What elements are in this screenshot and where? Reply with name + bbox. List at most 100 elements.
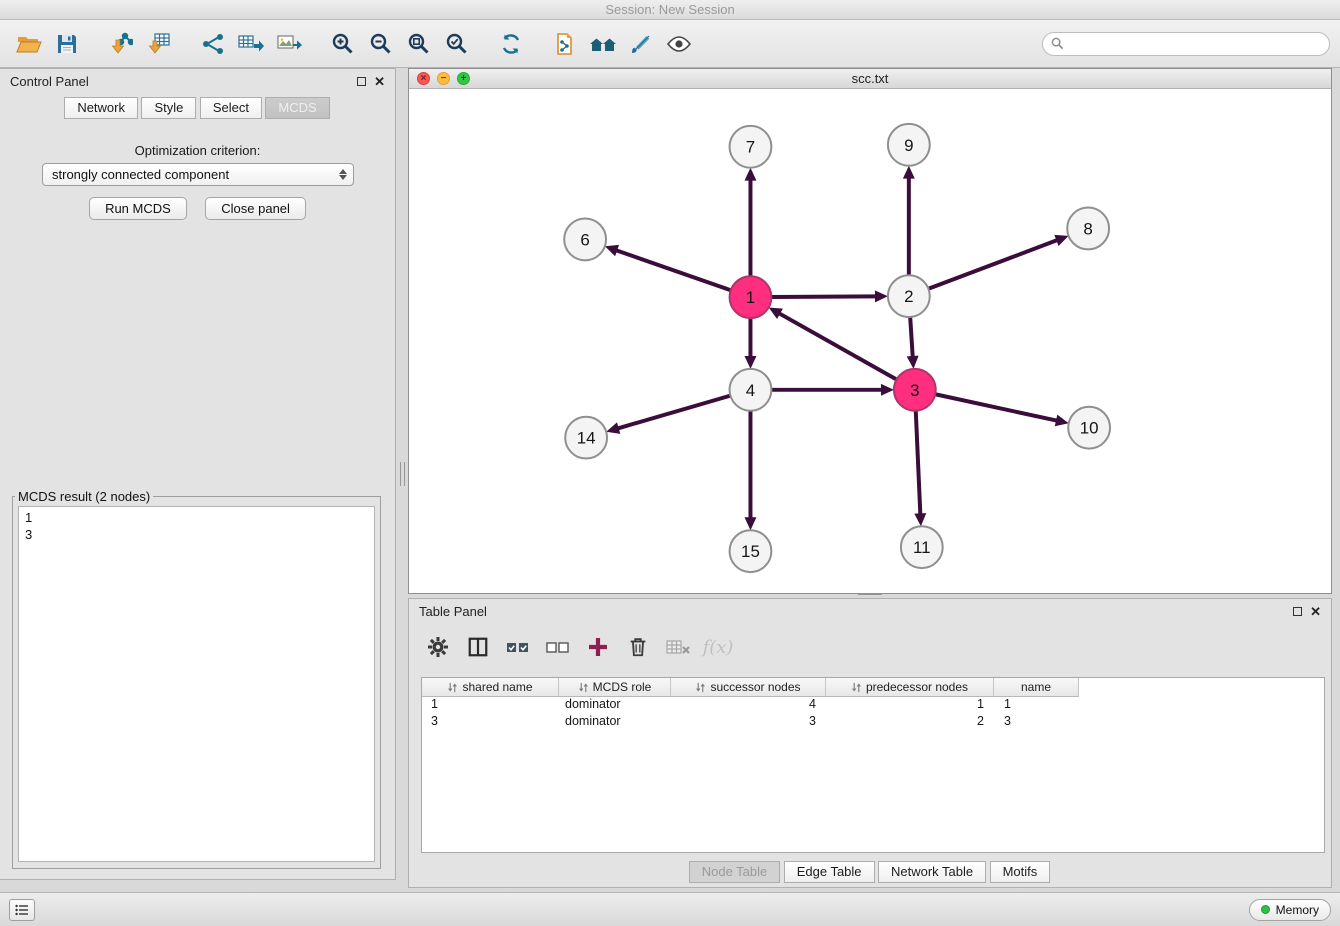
graph-node[interactable]: 11 xyxy=(901,526,943,568)
deselect-all-icon xyxy=(545,637,571,657)
table-cell[interactable]: 2 xyxy=(826,714,994,731)
zoom-selected-button[interactable] xyxy=(438,25,476,63)
table-tabs: Node Table Edge Table Network Table Moti… xyxy=(409,861,1331,883)
graph-edge[interactable] xyxy=(780,314,897,380)
import-network-button[interactable] xyxy=(102,25,140,63)
graph-node[interactable]: 4 xyxy=(730,369,772,411)
column-header-mcds-role[interactable]: MCDS role xyxy=(559,678,671,697)
memory-button[interactable]: Memory xyxy=(1249,899,1331,921)
column-label: shared name xyxy=(462,680,532,694)
graph-edge[interactable] xyxy=(935,394,1056,420)
network-graph[interactable]: 7 9 6 8 1 2 4 3 14 10 15 11 xyxy=(409,89,1331,593)
table-cell[interactable]: dominator xyxy=(559,714,671,731)
graph-node[interactable]: 10 xyxy=(1068,407,1110,449)
sort-icon xyxy=(851,682,862,693)
eye-icon xyxy=(666,32,692,56)
graph-node[interactable]: 7 xyxy=(730,126,772,168)
tab-network-table[interactable]: Network Table xyxy=(878,861,986,883)
export-network-button[interactable] xyxy=(194,25,232,63)
graph-node[interactable]: 6 xyxy=(564,218,606,260)
graph-node[interactable]: 8 xyxy=(1067,208,1109,250)
apply-layout-button[interactable] xyxy=(492,25,530,63)
table-cell[interactable]: 1 xyxy=(994,697,1079,714)
zoom-out-icon xyxy=(369,32,393,56)
network-canvas[interactable]: 7 9 6 8 1 2 4 3 14 10 15 11 xyxy=(409,89,1331,593)
control-panel-title: Control Panel xyxy=(10,74,89,89)
close-panel-icon[interactable]: ✕ xyxy=(1310,605,1321,618)
graph-edge[interactable] xyxy=(619,396,731,429)
sort-icon xyxy=(695,682,706,693)
graph-edge[interactable] xyxy=(916,411,921,514)
table-cell[interactable]: 1 xyxy=(422,697,559,714)
open-file-button[interactable] xyxy=(10,25,48,63)
close-panel-icon[interactable]: ✕ xyxy=(374,75,385,88)
tab-style[interactable]: Style xyxy=(141,97,196,119)
show-columns-button[interactable] xyxy=(463,632,493,662)
maximize-window-button[interactable]: + xyxy=(457,72,470,85)
close-panel-button[interactable]: Close panel xyxy=(205,197,306,220)
table-cell[interactable]: 3 xyxy=(994,714,1079,731)
tab-select[interactable]: Select xyxy=(200,97,262,119)
run-mcds-button[interactable]: Run MCDS xyxy=(89,197,187,220)
export-image-button[interactable] xyxy=(270,25,308,63)
tab-network[interactable]: Network xyxy=(64,97,138,119)
vertical-splitter[interactable] xyxy=(396,68,408,880)
tab-node-table[interactable]: Node Table xyxy=(689,861,781,883)
search-input[interactable] xyxy=(1069,36,1321,51)
table-row[interactable]: 3 dominator 3 2 3 xyxy=(422,714,1324,731)
float-panel-icon[interactable] xyxy=(1293,607,1302,616)
zoom-in-button[interactable] xyxy=(324,25,362,63)
float-panel-icon[interactable] xyxy=(357,77,366,86)
delete-column-button[interactable] xyxy=(623,632,653,662)
apply-style-button[interactable] xyxy=(622,25,660,63)
task-history-button[interactable] xyxy=(9,899,35,921)
close-window-button[interactable]: × xyxy=(417,72,430,85)
mcds-result-list[interactable]: 1 3 xyxy=(18,506,375,862)
import-table-button[interactable] xyxy=(140,25,178,63)
tab-mcds[interactable]: MCDS xyxy=(265,97,329,119)
tab-motifs[interactable]: Motifs xyxy=(990,861,1051,883)
sort-icon xyxy=(447,682,458,693)
search-box[interactable] xyxy=(1042,32,1330,56)
column-header-successor-nodes[interactable]: successor nodes xyxy=(671,678,826,697)
zoom-out-button[interactable] xyxy=(362,25,400,63)
plus-icon xyxy=(586,635,610,659)
minimize-window-button[interactable]: − xyxy=(437,72,450,85)
column-header-shared-name[interactable]: shared name xyxy=(422,678,559,697)
graph-node[interactable]: 14 xyxy=(565,417,607,459)
table-row[interactable]: 1 dominator 4 1 1 xyxy=(422,697,1324,714)
graph-node[interactable]: 15 xyxy=(730,530,772,572)
zoom-in-icon xyxy=(331,32,355,56)
graph-edge[interactable] xyxy=(617,251,731,291)
table-cell[interactable]: dominator xyxy=(559,697,671,714)
table-cell[interactable]: 3 xyxy=(671,714,826,731)
criterion-select[interactable]: strongly connected component xyxy=(42,163,354,186)
graph-node-label: 9 xyxy=(904,136,913,155)
new-network-from-selection-button[interactable] xyxy=(546,25,584,63)
zoom-fit-button[interactable] xyxy=(400,25,438,63)
splitter-handle[interactable] xyxy=(400,462,405,486)
graph-node[interactable]: 2 xyxy=(888,275,930,317)
graph-node[interactable]: 1 xyxy=(730,276,772,318)
graph-edge[interactable] xyxy=(771,296,875,297)
graph-edge[interactable] xyxy=(928,240,1056,288)
deselect-all-button[interactable] xyxy=(543,632,573,662)
export-table-button[interactable] xyxy=(232,25,270,63)
table-settings-button[interactable] xyxy=(423,632,453,662)
column-header-predecessor-nodes[interactable]: predecessor nodes xyxy=(826,678,994,697)
save-session-button[interactable] xyxy=(48,25,86,63)
tab-edge-table[interactable]: Edge Table xyxy=(784,861,875,883)
first-neighbors-button[interactable] xyxy=(584,25,622,63)
save-icon xyxy=(55,32,79,56)
table-cell[interactable]: 1 xyxy=(826,697,994,714)
create-column-button[interactable] xyxy=(583,632,613,662)
column-header-name[interactable]: name xyxy=(994,678,1079,697)
select-all-button[interactable] xyxy=(503,632,533,662)
table-cell[interactable]: 3 xyxy=(422,714,559,731)
graph-node[interactable]: 3 xyxy=(894,369,936,411)
show-hide-button[interactable] xyxy=(660,25,698,63)
graph-node-label: 15 xyxy=(741,542,760,561)
graph-node[interactable]: 9 xyxy=(888,124,930,166)
table-cell[interactable]: 4 xyxy=(671,697,826,714)
graph-edge[interactable] xyxy=(910,317,912,356)
